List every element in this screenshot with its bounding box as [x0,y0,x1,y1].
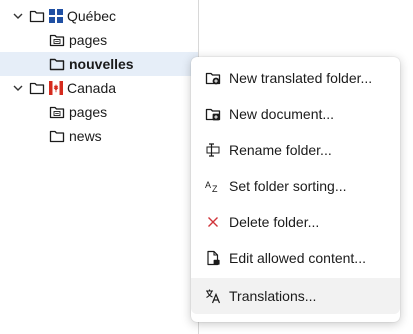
pages-folder-icon [49,106,65,119]
new-translated-folder-icon [205,72,221,85]
tree-item-label: pages [69,32,108,48]
menu-item-label: Translations... [229,288,317,304]
menu-item-label: Edit allowed content... [229,250,366,266]
tree-item-label: Canada [67,80,117,96]
tree-item-pages[interactable]: pages [0,100,198,124]
menu-item-new-translated-folder[interactable]: New translated folder... [191,60,400,96]
chevron-down-icon[interactable] [13,11,23,21]
menu-item-edit-allowed-content[interactable]: Edit allowed content... [191,240,400,276]
menu-item-label: Rename folder... [229,142,332,158]
tree-item-news[interactable]: news [0,124,198,148]
tree-item-label: pages [69,104,108,120]
menu-item-new-document[interactable]: New document... [191,96,400,132]
tree-item-canada[interactable]: Canada [0,76,198,100]
tree-item-quebec[interactable]: Québec [0,4,198,28]
menu-item-rename-folder[interactable]: Rename folder... [191,132,400,168]
menu-item-label: Set folder sorting... [229,178,347,194]
translations-icon [206,289,221,304]
tree-item-label: nouvelles [69,56,134,72]
sort-az-icon: A Z [205,180,218,194]
svg-text:A: A [205,180,211,190]
tree-item-nouvelles[interactable]: nouvelles [0,52,198,76]
new-document-icon [205,108,221,121]
menu-item-translations[interactable]: Translations... [191,278,400,314]
menu-item-label: Delete folder... [229,214,320,230]
folder-tree: Québec pages nouvelles Canada pages news [0,0,198,334]
folder-icon [49,130,65,143]
edit-allowed-content-icon [207,250,220,266]
menu-item-label: New translated folder... [229,70,373,86]
quebec-flag-icon [49,9,63,23]
svg-text:Z: Z [212,184,218,194]
context-menu: New translated folder... New document...… [191,57,400,322]
chevron-down-icon[interactable] [13,83,23,93]
tree-item-pages[interactable]: pages [0,28,198,52]
menu-item-set-folder-sorting[interactable]: A Z Set folder sorting... [191,168,400,204]
canada-flag-icon [49,81,63,95]
menu-item-delete-folder[interactable]: Delete folder... [191,204,400,240]
menu-item-label: New document... [229,106,335,122]
rename-icon [206,143,220,157]
folder-icon [49,58,65,71]
pages-folder-icon [49,34,65,47]
tree-item-label: news [69,128,102,144]
tree-item-label: Québec [67,8,117,24]
folder-icon [29,82,45,95]
delete-x-icon [208,217,218,227]
folder-icon [29,10,45,23]
